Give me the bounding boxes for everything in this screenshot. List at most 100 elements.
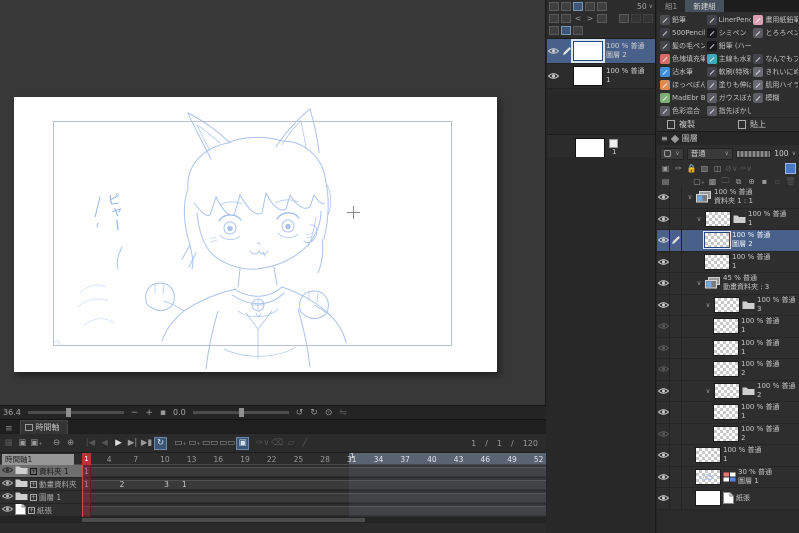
- playhead[interactable]: 1: [82, 453, 91, 465]
- play-icon[interactable]: ▶: [112, 437, 125, 450]
- merge-layer-icon[interactable]: ⊕: [746, 176, 757, 187]
- next-frame-icon[interactable]: ▶|: [126, 437, 139, 450]
- new-vector-layer-icon[interactable]: ▩: [707, 176, 718, 187]
- opacity-slider[interactable]: [735, 149, 772, 158]
- visibility-eye-icon[interactable]: [657, 488, 670, 509]
- layer-thumbnail[interactable]: [695, 447, 721, 464]
- brush-item[interactable]: 色塊填充筆: [658, 53, 705, 64]
- paste-button[interactable]: 貼上: [728, 119, 799, 130]
- clip-to-layer-icon[interactable]: ▣: [660, 163, 671, 174]
- track-label[interactable]: + 圖層 1: [0, 491, 82, 503]
- lock-layer-icon[interactable]: 🔒: [686, 163, 697, 174]
- cel-add-icon[interactable]: [597, 14, 607, 23]
- layer-row[interactable]: 30 % 普通 圖層 1: [657, 466, 799, 488]
- palette-grid-icon[interactable]: [549, 2, 559, 11]
- layer-row[interactable]: ∨ 100 % 普通 2: [657, 380, 799, 402]
- tab-new-group[interactable]: 新建組: [685, 0, 724, 12]
- visibility-eye-icon[interactable]: [657, 423, 670, 444]
- delete-layer-icon[interactable]: 🗑: [785, 176, 796, 187]
- fit-to-screen-button[interactable]: ▪: [160, 408, 166, 418]
- timeline-hscrollbar[interactable]: [0, 517, 546, 523]
- onion-opacity-value[interactable]: 50: [637, 2, 647, 11]
- expand-arrow-icon[interactable]: ∨: [704, 387, 712, 395]
- film-icon[interactable]: ▦: [2, 437, 15, 450]
- visibility-eye-icon[interactable]: [657, 337, 670, 358]
- layer-color-icon[interactable]: [785, 163, 796, 174]
- cel-batch-icon[interactable]: ▭▭: [219, 437, 235, 450]
- timeline-name-dropdown[interactable]: 時間軸1 ∨: [2, 454, 74, 465]
- rotation-slider[interactable]: [192, 408, 289, 417]
- brush-item[interactable]: ほっぺぽん: [658, 79, 705, 90]
- rotate-right-icon[interactable]: ↻: [310, 408, 318, 418]
- brush-item[interactable]: きれいにぬ: [751, 66, 798, 77]
- prev-cel-icon[interactable]: <: [573, 14, 583, 23]
- zoom-slider[interactable]: [27, 408, 124, 417]
- flip-icon[interactable]: ⇋: [339, 408, 347, 418]
- solid-icon[interactable]: ▪: [759, 176, 770, 187]
- brush-item[interactable]: 軟刷(特殊毛): [705, 66, 751, 77]
- layer-thumbnail[interactable]: [714, 382, 740, 399]
- panel-menu-icon[interactable]: ≡: [661, 134, 668, 143]
- track-label[interactable]: + 紙張: [0, 504, 82, 516]
- trash-icon[interactable]: [597, 2, 607, 11]
- eyelash-icon[interactable]: [561, 2, 571, 11]
- draft-layer-icon[interactable]: ✑: [673, 163, 684, 174]
- specify-cel-icon[interactable]: ▭₊: [188, 437, 201, 450]
- timeline-settings-icon[interactable]: ▣₊: [30, 437, 43, 450]
- visibility-eye-icon[interactable]: [657, 251, 670, 272]
- visibility-eye-icon[interactable]: [657, 208, 670, 229]
- layer-row[interactable]: ∨ 100 % 普通 資料夾 1 : 1: [657, 187, 799, 209]
- blend-mode-dropdown[interactable]: 普通 ∨: [686, 147, 733, 160]
- layer-thumbnail[interactable]: [713, 318, 739, 335]
- visibility-eye-icon[interactable]: [657, 273, 670, 294]
- brush-item[interactable]: 鉛筆: [658, 14, 705, 25]
- expand-plus-icon[interactable]: +: [30, 480, 37, 488]
- ruler-dropdown-icon[interactable]: ⊘∨: [725, 163, 738, 174]
- brush-item[interactable]: 沾水筆: [658, 66, 705, 77]
- edit-cel-icon[interactable]: ✑∨: [256, 437, 269, 450]
- visibility-eye-icon[interactable]: [547, 72, 560, 80]
- layer-thumbnail[interactable]: [713, 404, 739, 421]
- brush-item[interactable]: 肌用ハイラ: [751, 79, 798, 90]
- new-cel-folder-icon[interactable]: [561, 14, 571, 23]
- brush-item[interactable]: 髪の毛ペン: [658, 40, 705, 51]
- visibility-eye-icon[interactable]: [657, 402, 670, 423]
- layer-row[interactable]: 紙張: [657, 488, 799, 510]
- timeline-menu-icon[interactable]: ≡: [2, 424, 16, 434]
- visibility-eye-icon[interactable]: [657, 466, 670, 487]
- brush-item[interactable]: MadEbr Bru: [658, 92, 705, 103]
- brush-item[interactable]: 色彩混合: [658, 105, 705, 116]
- loop-playback-icon[interactable]: ↻: [154, 436, 167, 450]
- visibility-eye-icon[interactable]: [1, 479, 14, 489]
- visibility-eye-icon[interactable]: [1, 505, 14, 515]
- brush-item[interactable]: 鉛筆 (ハー: [705, 40, 751, 51]
- layer-thumbnail[interactable]: [713, 339, 739, 356]
- zoom-out-timeline-icon[interactable]: ⊖: [50, 437, 63, 450]
- select-layer-icon[interactable]: [561, 26, 571, 35]
- new-timeline-icon[interactable]: ▣: [16, 437, 29, 450]
- tab-group1[interactable]: 組1: [657, 0, 686, 12]
- cel-row[interactable]: 100 % 普通 圖層 2: [547, 39, 655, 64]
- stack-icon[interactable]: [585, 2, 595, 11]
- go-first-frame-icon[interactable]: |◀: [84, 437, 97, 450]
- expand-arrow-icon[interactable]: ∨: [704, 301, 712, 309]
- cel-row[interactable]: 100 % 普通 1: [547, 64, 655, 89]
- visibility-eye-icon[interactable]: [547, 47, 560, 55]
- mask-icon[interactable]: ▫: [772, 176, 783, 187]
- cel-thumbnail[interactable]: [573, 66, 603, 86]
- select-range-icon[interactable]: ▱: [284, 437, 297, 450]
- visibility-eye-icon[interactable]: [657, 445, 670, 466]
- transfer-layer-icon[interactable]: ⧉: [733, 176, 744, 187]
- opacity-value[interactable]: 100: [774, 149, 788, 158]
- brush-item[interactable]: LinerPencil: [705, 14, 751, 25]
- layer-row[interactable]: 100 % 普通 1: [657, 337, 799, 359]
- new-cel-icon[interactable]: ▭₊: [174, 437, 187, 450]
- layer-row[interactable]: ∨ 100 % 普通 3: [657, 294, 799, 316]
- copy-layer-icon[interactable]: [573, 26, 583, 35]
- onion-skin-icon[interactable]: ▣: [236, 436, 250, 450]
- track-label[interactable]: + 動畫資料夾: [0, 478, 82, 490]
- brush-item[interactable]: 塗りも伸ば: [705, 79, 751, 90]
- layer-thumbnail[interactable]: [705, 210, 731, 227]
- prev-frame-icon[interactable]: ◀: [98, 437, 111, 450]
- cel-order-icon[interactable]: ▭▭: [202, 437, 218, 450]
